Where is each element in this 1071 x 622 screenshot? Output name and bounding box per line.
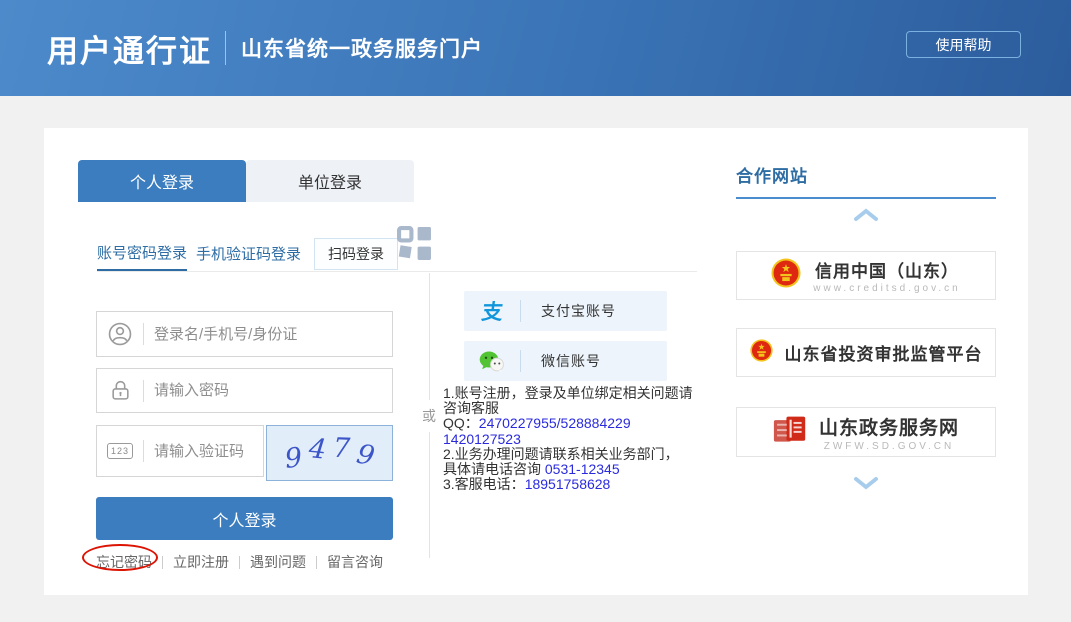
help-button[interactable]: 使用帮助 [906, 31, 1021, 58]
message-consult-link[interactable]: 留言咨询 [327, 552, 383, 572]
support-qq-numbers-2: 1420127523 [443, 431, 521, 447]
method-password-login[interactable]: 账号密码登录 [97, 236, 187, 271]
partner-url: www.creditsd.gov.cn [813, 283, 960, 294]
partner-credit-china[interactable]: 信用中国（山东） www.creditsd.gov.cn [736, 251, 996, 300]
captcha-digit: 9 [283, 442, 303, 475]
page-header: 用户通行证 山东省统一政务服务门户 使用帮助 [0, 0, 1071, 96]
captcha-field: 123 [96, 425, 264, 477]
personal-login-button[interactable]: 个人登录 [96, 497, 393, 540]
national-emblem-icon [771, 258, 801, 293]
wechat-label: 微信账号 [541, 351, 601, 371]
social-divider [520, 350, 521, 372]
or-divider: 或 [421, 273, 437, 558]
link-separator [162, 556, 163, 569]
tab-organization-login[interactable]: 单位登录 [246, 160, 414, 202]
partner-title: 信用中国（山东） [815, 257, 959, 282]
alipay-login-button[interactable]: 支 支付宝账号 [464, 291, 667, 331]
support-hotline-label: 3.客服电话： [443, 476, 525, 492]
wechat-icon [464, 350, 520, 373]
alipay-icon: 支 [464, 296, 520, 326]
problem-link[interactable]: 遇到问题 [250, 552, 306, 572]
captcha-digit: 4 [307, 433, 327, 466]
login-method-row: 账号密码登录 手机验证码登录 扫码登录 [97, 236, 697, 272]
forgot-password-link[interactable]: 忘记密码 [96, 552, 152, 572]
alipay-label: 支付宝账号 [541, 301, 616, 321]
title-divider [225, 31, 226, 65]
support-hotline-number: 18951758628 [525, 476, 611, 492]
user-icon [97, 322, 143, 346]
username-field [96, 311, 393, 357]
support-info: 1.账号注册，登录及单位绑定相关问题请咨询客服 QQ：2470227955/52… [443, 386, 699, 492]
site-title: 用户通行证 [47, 26, 212, 71]
partner-title-underline [736, 197, 996, 199]
divider-line [429, 432, 430, 559]
support-phone-label: 具体请电话咨询 [443, 461, 545, 477]
login-page: 用户通行证 山东省统一政务服务门户 使用帮助 个人登录 单位登录 账号密码登录 … [0, 0, 1071, 622]
wechat-login-button[interactable]: 微信账号 [464, 341, 667, 381]
username-input[interactable] [144, 326, 392, 343]
divider-line [429, 273, 430, 400]
partner-title: 山东省投资审批监管平台 [785, 340, 983, 365]
support-phone-number: 0531-12345 [545, 461, 620, 477]
captcha-123-icon: 123 [97, 443, 143, 459]
login-links-row: 忘记密码 立即注册 遇到问题 留言咨询 [96, 552, 383, 572]
red-seal-icon [773, 415, 807, 450]
link-separator [239, 556, 240, 569]
method-qr-login[interactable]: 扫码登录 [314, 238, 398, 270]
or-text: 或 [422, 400, 436, 432]
lock-icon [97, 379, 143, 402]
carousel-down-button[interactable] [736, 476, 996, 490]
method-sms-login[interactable]: 手机验证码登录 [196, 236, 301, 271]
password-input[interactable] [144, 382, 392, 399]
login-card: 个人登录 单位登录 账号密码登录 手机验证码登录 扫码登录 [44, 128, 1028, 595]
carousel-up-button[interactable] [736, 208, 996, 222]
password-field [96, 368, 393, 413]
partner-investment-platform[interactable]: 山东省投资审批监管平台 [736, 328, 996, 377]
captcha-digit: 7 [332, 432, 350, 464]
captcha-input[interactable] [144, 443, 263, 460]
partner-sites-title: 合作网站 [736, 162, 808, 187]
qr-code-icon[interactable] [397, 226, 432, 266]
partner-title: 山东政务服务网 [819, 413, 959, 440]
support-line: 2.业务办理问题请联系相关业务部门， [443, 446, 679, 462]
partner-url: ZWFW.SD.GOV.CN [824, 441, 955, 452]
site-subtitle: 山东省统一政务服务门户 [241, 33, 483, 63]
captcha-image[interactable]: 9 4 7 9 [266, 425, 393, 481]
captcha-digit: 9 [354, 438, 377, 472]
support-line: 1.账号注册，登录及单位绑定相关问题请咨询客服 [443, 385, 693, 416]
national-emblem-icon [750, 339, 773, 367]
social-divider [520, 300, 521, 322]
link-separator [316, 556, 317, 569]
support-qq-numbers: 2470227955/528884229 [479, 415, 631, 431]
support-qq-label: QQ： [443, 415, 479, 431]
partner-gov-service-site[interactable]: 山东政务服务网 ZWFW.SD.GOV.CN [736, 407, 996, 457]
register-link[interactable]: 立即注册 [173, 552, 229, 572]
tab-personal-login[interactable]: 个人登录 [78, 160, 246, 202]
